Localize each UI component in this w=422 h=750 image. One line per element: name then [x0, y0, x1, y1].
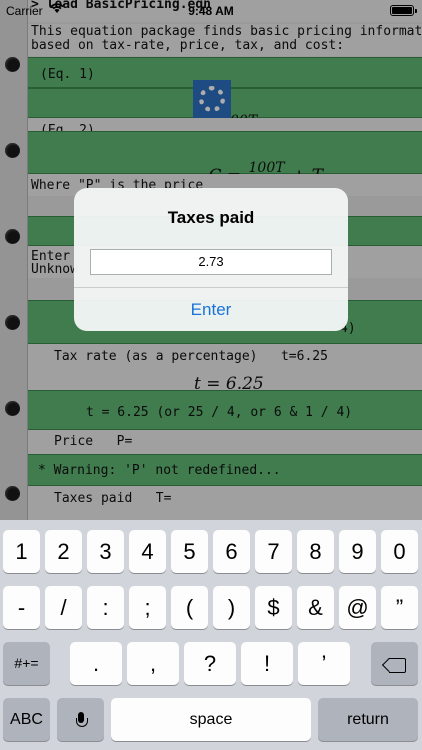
- key-quote[interactable]: ”: [381, 586, 418, 629]
- key-period[interactable]: .: [70, 642, 122, 685]
- key-symbols-toggle[interactable]: #+=: [3, 642, 50, 685]
- key-at[interactable]: @: [339, 586, 376, 629]
- dictation-key[interactable]: [57, 698, 104, 741]
- numeric-keyboard: 1 2 3 4 5 6 7 8 9 0 - / : ; ( ) $ & @ ” …: [0, 520, 422, 750]
- key-slash[interactable]: /: [45, 586, 82, 629]
- key-6[interactable]: 6: [213, 530, 250, 573]
- space-key[interactable]: space: [111, 698, 311, 741]
- battery-icon: [390, 5, 417, 16]
- key-8[interactable]: 8: [297, 530, 334, 573]
- key-7[interactable]: 7: [255, 530, 292, 573]
- key-colon[interactable]: :: [87, 586, 124, 629]
- key-question[interactable]: ?: [184, 642, 236, 685]
- key-dollar[interactable]: $: [255, 586, 292, 629]
- key-semicolon[interactable]: ;: [129, 586, 166, 629]
- key-exclamation[interactable]: !: [241, 642, 293, 685]
- backspace-icon: [384, 657, 406, 673]
- key-comma[interactable]: ,: [127, 642, 179, 685]
- alert-title: Taxes paid: [167, 208, 255, 227]
- taxes-paid-input[interactable]: 2.73: [90, 249, 332, 275]
- alert-enter-button[interactable]: Enter: [74, 288, 348, 331]
- backspace-key[interactable]: [371, 642, 418, 685]
- taxes-paid-alert: Taxes paid 2.73 Enter: [74, 188, 348, 331]
- key-1[interactable]: 1: [3, 530, 40, 573]
- key-9[interactable]: 9: [339, 530, 376, 573]
- key-3[interactable]: 3: [87, 530, 124, 573]
- key-apostrophe[interactable]: ’: [298, 642, 350, 685]
- key-0[interactable]: 0: [381, 530, 418, 573]
- key-hyphen[interactable]: -: [3, 586, 40, 629]
- status-bar: Carrier 9:48 AM: [0, 0, 422, 22]
- status-time: 9:48 AM: [188, 4, 234, 18]
- key-close-paren[interactable]: ): [213, 586, 250, 629]
- key-open-paren[interactable]: (: [171, 586, 208, 629]
- key-4[interactable]: 4: [129, 530, 166, 573]
- key-ampersand[interactable]: &: [297, 586, 334, 629]
- return-key[interactable]: return: [318, 698, 418, 741]
- key-abc[interactable]: ABC: [3, 698, 50, 741]
- microphone-icon: [75, 712, 88, 730]
- key-5[interactable]: 5: [171, 530, 208, 573]
- key-2[interactable]: 2: [45, 530, 82, 573]
